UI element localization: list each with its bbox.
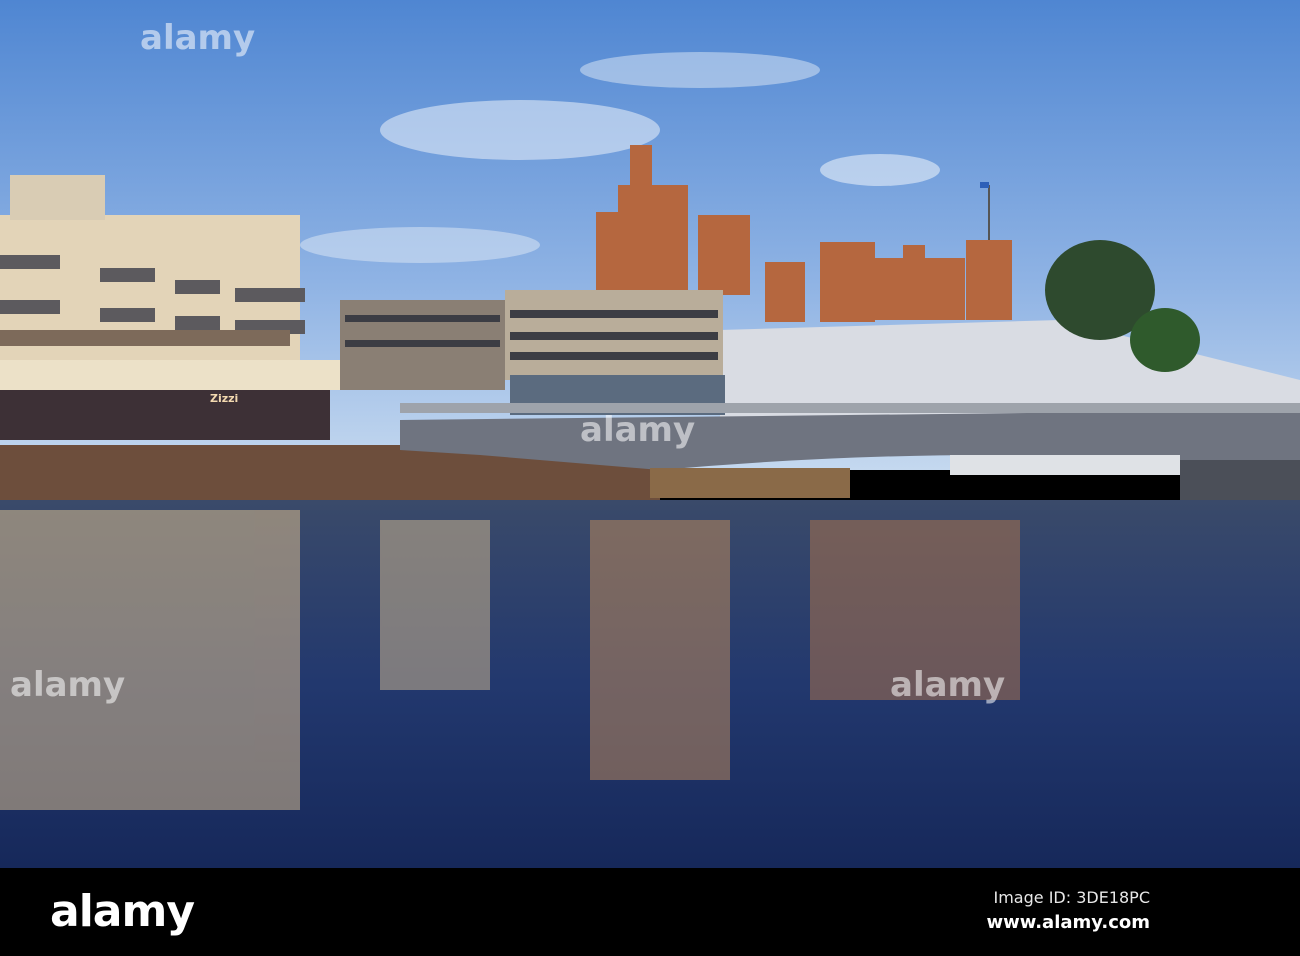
watermark: alamy — [10, 665, 126, 705]
hotel-roof-block — [10, 175, 105, 220]
cloud — [380, 100, 660, 160]
photo: Zizzi alamy alamy alamy alamy — [0, 0, 1300, 868]
bridge-pier — [650, 468, 850, 498]
flagpole — [988, 185, 990, 240]
alamy-logo: alamy — [50, 886, 195, 937]
storefront-sign: Zizzi — [210, 392, 239, 405]
cloud — [820, 154, 940, 186]
tree — [1130, 308, 1200, 372]
watermark: alamy — [890, 665, 1006, 705]
cloud — [580, 52, 820, 88]
bridge-railing — [400, 403, 1300, 413]
footer-bar: alamy Image ID: 3DE18PC www.alamy.com — [0, 868, 1300, 956]
watermark: alamy — [580, 410, 696, 450]
cloud — [300, 227, 540, 263]
shopfronts — [0, 390, 330, 440]
image-id: Image ID: 3DE18PC — [993, 888, 1151, 907]
website-link[interactable]: www.alamy.com — [986, 912, 1150, 933]
watermark: alamy — [140, 18, 256, 58]
hotel-podium — [0, 360, 340, 390]
snowy-bank — [950, 455, 1180, 475]
flag — [980, 182, 989, 188]
